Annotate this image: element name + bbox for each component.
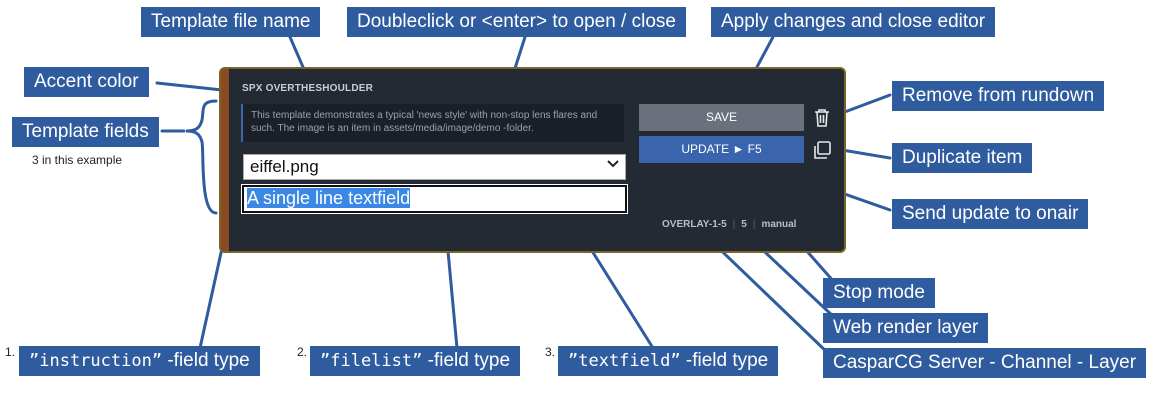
- template-file-name[interactable]: SPX OVERTHESHOULDER: [242, 83, 373, 94]
- filelist-select[interactable]: eiffel.png: [243, 154, 626, 180]
- callout-filelist-type: ”filelist” -field type: [310, 346, 521, 376]
- save-button[interactable]: SAVE: [639, 104, 804, 131]
- filelist-value: eiffel.png: [250, 157, 319, 176]
- separator: |: [752, 219, 756, 230]
- callout-duplicate: Duplicate item: [892, 143, 1033, 173]
- template-fields-note: 3 in this example: [32, 153, 123, 167]
- callout-template-fields: Template fields: [12, 117, 159, 147]
- chevron-down-icon: [607, 157, 619, 172]
- field-type-suffix: -field type: [162, 350, 250, 371]
- callout-remove: Remove from rundown: [892, 81, 1105, 111]
- web-render-layer-label: 5: [741, 219, 747, 230]
- callout-template-file-name: Template file name: [141, 7, 321, 37]
- field-type-code: ”textfield”: [568, 351, 681, 371]
- update-button[interactable]: UPDATE ► F5: [639, 136, 804, 163]
- callout-accent-color: Accent color: [24, 67, 149, 97]
- callout-instruction-type: ”instruction” -field type: [19, 346, 260, 376]
- stop-mode-label: manual: [761, 219, 797, 230]
- field-type-number: 1.: [5, 345, 16, 359]
- field-type-suffix: -field type: [422, 350, 511, 371]
- textfield-value: A single line textfield: [247, 188, 411, 208]
- callout-textfield-type: ”textfield” -field type: [558, 346, 779, 376]
- separator: |: [732, 219, 736, 230]
- textfield-input[interactable]: A single line textfield: [241, 184, 628, 214]
- rundown-item-editor[interactable]: SPX OVERTHESHOULDER This template demons…: [219, 67, 846, 253]
- callout-send-update: Send update to onair: [892, 199, 1089, 229]
- callout-casparcg: CasparCG Server - Channel - Layer: [823, 348, 1147, 378]
- callout-apply-changes: Apply changes and close editor: [711, 7, 996, 37]
- callout-doubleclick: Doubleclick or <enter> to open / close: [347, 7, 686, 37]
- field-type-suffix: -field type: [680, 350, 769, 371]
- field-type-number: 2.: [297, 345, 308, 359]
- copy-icon[interactable]: [811, 139, 833, 161]
- callout-stop-mode: Stop mode: [823, 278, 935, 308]
- accent-color-bar: [221, 69, 229, 251]
- instruction-field: This template demonstrates a typical 'ne…: [241, 104, 624, 142]
- status-line: OVERLAY-1-5 | 5 | manual: [662, 219, 796, 230]
- field-type-number: 3.: [545, 345, 556, 359]
- field-type-code: ”instruction”: [29, 351, 163, 371]
- channel-layer-label: OVERLAY-1-5: [662, 219, 727, 230]
- callout-web-render-layer: Web render layer: [823, 313, 989, 343]
- trash-icon[interactable]: [811, 107, 833, 129]
- field-type-code: ”filelist”: [320, 351, 423, 371]
